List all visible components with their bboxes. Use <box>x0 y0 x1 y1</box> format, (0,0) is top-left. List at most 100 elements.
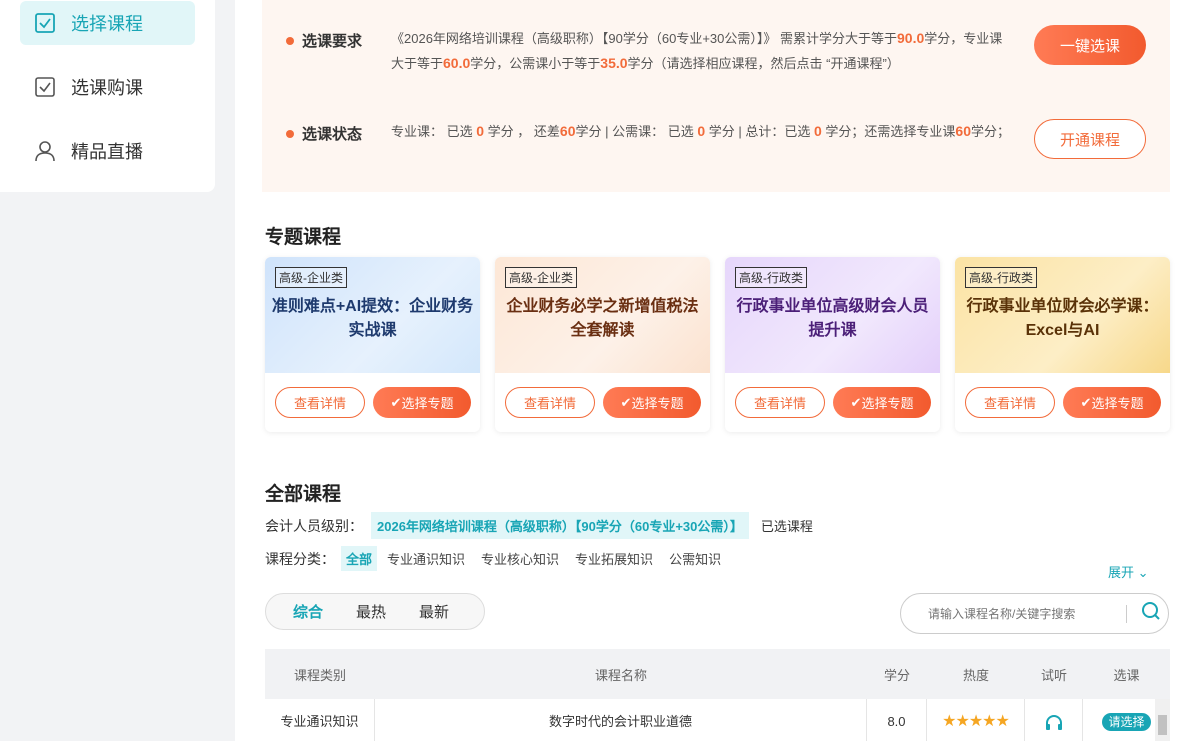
category-item[interactable]: 专业通识知识 <box>387 549 465 568</box>
status-value: 0 <box>697 123 706 139</box>
sort-tab-comprehensive[interactable]: 综合 <box>293 601 323 622</box>
card-banner[interactable]: 高级-企业类 准则难点+AI提效：企业财务实战课 <box>265 257 480 373</box>
selected-courses-link[interactable]: 已选课程 <box>761 516 813 535</box>
status-text-part: 学分；还需选择专业课 <box>825 124 956 139</box>
topic-card: 高级-行政类 行政事业单位财会必学课：Excel与AI 查看详情 ✔ 选择专题 <box>955 257 1170 432</box>
sidebar-item-select-course[interactable]: 选择课程 <box>20 1 195 45</box>
card-title: 企业财务必学之新增值税法全套解读 <box>506 298 699 339</box>
card-title: 行政事业单位高级财会人员提升课 <box>736 298 929 339</box>
level-filter-row: 会计人员级别： 2026年网络培训课程（高级职称）【90学分（60专业+30公需… <box>265 512 813 539</box>
row-name[interactable]: 数字时代的会计职业道德 <box>375 699 867 741</box>
sidebar: 选择课程 选课购课 精品直播 <box>0 0 215 192</box>
header-credit: 学分 <box>883 667 910 683</box>
view-detail-button[interactable]: 查看详情 <box>965 387 1055 418</box>
select-topic-button[interactable]: ✔ 选择专题 <box>1063 387 1161 418</box>
category-item[interactable]: 公需知识 <box>669 549 721 568</box>
checkbox-icon <box>34 12 56 34</box>
table-row: 专业通识知识 数字时代的会计职业道德 8.0 ★★★★★ 请选择 <box>265 699 1170 741</box>
level-chip[interactable]: 2026年网络培训课程（高级职称）【90学分（60专业+30公需）】 <box>371 512 749 539</box>
sidebar-item-label: 选课购课 <box>71 78 143 98</box>
check-icon: ✔ <box>850 394 862 410</box>
status-text-part: 学分； <box>971 124 1011 139</box>
select-topic-button[interactable]: ✔ 选择专题 <box>373 387 471 418</box>
view-detail-button[interactable]: 查看详情 <box>735 387 825 418</box>
topic-section-title: 专题课程 <box>265 227 342 248</box>
requirement-row: 选课要求 《2026年网络培训课程（高级职称）【90学分（60专业+30公需）】… <box>286 30 1011 76</box>
one-click-select-button[interactable]: 一键选课 <box>1034 25 1146 65</box>
requirement-panel: 选课要求 《2026年网络培训课程（高级职称）【90学分（60专业+30公需）】… <box>262 0 1170 192</box>
topic-card: 高级-企业类 企业财务必学之新增值税法全套解读 查看详情 ✔ 选择专题 <box>495 257 710 432</box>
row-category: 专业通识知识 <box>265 699 375 741</box>
card-title: 准则难点+AI提效：企业财务实战课 <box>271 298 474 339</box>
card-tag: 高级-企业类 <box>275 267 347 288</box>
check-icon: ✔ <box>620 394 632 410</box>
card-banner[interactable]: 高级-企业类 企业财务必学之新增值税法全套解读 <box>495 257 710 373</box>
main-content: 选课要求 《2026年网络培训课程（高级职称）【90学分（60专业+30公需）】… <box>235 0 1188 741</box>
card-tag: 高级-企业类 <box>505 267 577 288</box>
status-value: 0 <box>476 123 485 139</box>
table-header: 课程类别 课程名称 学分 热度 试听 选课 <box>265 649 1170 699</box>
status-value: 60 <box>955 123 971 139</box>
req-pro-credit: 60.0 <box>443 55 471 71</box>
scrollbar-thumb[interactable] <box>1158 715 1167 735</box>
category-item[interactable]: 专业拓展知识 <box>575 549 653 568</box>
checkbox-icon <box>34 76 56 98</box>
req-text-part: 学分，公需课小于等于 <box>470 56 601 71</box>
req-total-credit: 90.0 <box>897 30 925 46</box>
user-icon <box>34 140 56 162</box>
sidebar-item-label: 精品直播 <box>71 142 143 162</box>
headphone-icon[interactable] <box>1025 699 1083 741</box>
sort-tab-new[interactable]: 最新 <box>419 601 449 622</box>
category-all[interactable]: 全部 <box>341 546 378 571</box>
divider <box>1126 604 1127 623</box>
card-title: 行政事业单位财会必学课：Excel与AI <box>966 298 1159 339</box>
status-label: 选课状态 <box>302 126 363 143</box>
card-tag: 高级-行政类 <box>735 267 807 288</box>
status-value: 0 <box>813 123 822 139</box>
sidebar-item-buy-course[interactable]: 选课购课 <box>20 65 195 109</box>
status-text-part: 学分 ， 还差 <box>487 124 560 139</box>
star-rating: ★★★★★ <box>927 699 1025 741</box>
card-banner[interactable]: 高级-行政类 行政事业单位高级财会人员提升课 <box>725 257 940 373</box>
header-name: 课程名称 <box>594 667 647 683</box>
chevron-down-icon: ⌄ <box>1137 565 1149 580</box>
req-text-part: 《2026年网络培训课程（高级职称）【90学分（60专业+30公需）】》 需累计… <box>391 31 898 46</box>
view-detail-button[interactable]: 查看详情 <box>505 387 595 418</box>
row-credit: 8.0 <box>867 699 927 741</box>
bullet-dot <box>286 37 294 45</box>
search-icon[interactable] <box>1141 601 1161 626</box>
sort-tabs: 综合 最热 最新 <box>265 593 485 630</box>
select-topic-label: 选择专题 <box>861 396 914 411</box>
select-topic-button[interactable]: ✔ 选择专题 <box>833 387 931 418</box>
status-text-part: 学分 | 总计：已选 <box>708 124 811 139</box>
sidebar-item-label: 选择课程 <box>71 14 143 34</box>
status-text: 专业课： 已选 0 学分 ， 还差60学分 | 公需课： 已选 0 学分 | 总… <box>391 119 1011 144</box>
expand-toggle[interactable]: 展开 ⌄ <box>1108 562 1149 581</box>
category-item[interactable]: 专业核心知识 <box>481 549 559 568</box>
status-row: 选课状态 专业课： 已选 0 学分 ， 还差60学分 | 公需课： 已选 0 学… <box>286 123 1011 144</box>
category-filter-row: 课程分类： 全部 专业通识知识 专业核心知识 专业拓展知识 公需知识 <box>265 546 721 571</box>
category-label: 课程分类： <box>265 550 335 567</box>
req-pub-credit: 35.0 <box>600 55 628 71</box>
sort-tab-hot[interactable]: 最热 <box>356 601 386 622</box>
search-input[interactable] <box>928 606 1138 621</box>
view-detail-button[interactable]: 查看详情 <box>275 387 365 418</box>
header-heat: 热度 <box>962 667 989 683</box>
status-value: 60 <box>559 123 576 139</box>
header-select: 选课 <box>1113 667 1140 683</box>
select-topic-button[interactable]: ✔ 选择专题 <box>603 387 701 418</box>
card-banner[interactable]: 高级-行政类 行政事业单位财会必学课：Excel与AI <box>955 257 1170 373</box>
scrollbar[interactable] <box>1155 699 1170 741</box>
req-text-part: 学分（请选择相应课程，然后点击 “开通课程”） <box>627 56 900 71</box>
open-course-button[interactable]: 开通课程 <box>1034 119 1146 159</box>
pick-course-button[interactable]: 请选择 <box>1102 713 1151 731</box>
select-topic-label: 选择专题 <box>631 396 684 411</box>
expand-label: 展开 <box>1108 565 1135 580</box>
status-text-part: 学分 | 公需课： 已选 <box>575 124 694 139</box>
topic-card: 高级-企业类 准则难点+AI提效：企业财务实战课 查看详情 ✔ 选择专题 <box>265 257 480 432</box>
requirement-label: 选课要求 <box>302 33 363 50</box>
select-topic-label: 选择专题 <box>401 396 454 411</box>
check-icon: ✔ <box>390 394 402 410</box>
all-courses-title: 全部课程 <box>265 484 342 505</box>
sidebar-item-live[interactable]: 精品直播 <box>20 129 195 173</box>
